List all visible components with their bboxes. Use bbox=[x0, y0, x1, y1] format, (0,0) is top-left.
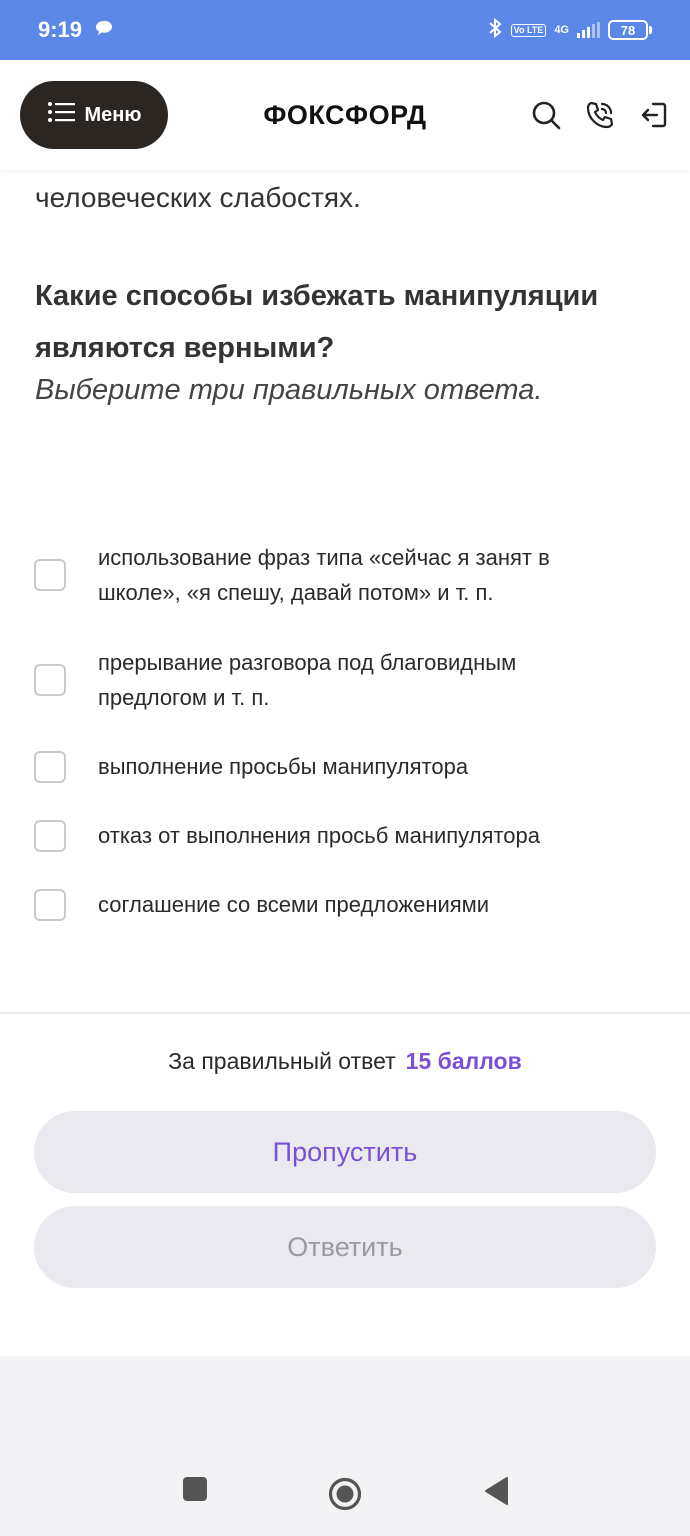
option-label: выполнение просьбы манипулятора bbox=[98, 754, 469, 779]
checkbox[interactable] bbox=[34, 664, 66, 696]
battery-icon: 78 bbox=[608, 20, 652, 40]
menu-button[interactable]: Меню bbox=[20, 81, 168, 149]
status-indicators: Vo LTE 4G 78 bbox=[487, 17, 652, 44]
checkbox[interactable] bbox=[34, 750, 66, 783]
divider bbox=[0, 1012, 690, 1014]
hamburger-icon bbox=[47, 101, 75, 129]
checkbox[interactable] bbox=[34, 559, 66, 591]
answer-option-5[interactable]: соглашение со всеми предложениями bbox=[34, 887, 634, 922]
answer-button[interactable]: Ответить bbox=[34, 1206, 656, 1288]
checkbox[interactable] bbox=[34, 888, 66, 921]
checkbox[interactable] bbox=[34, 819, 66, 852]
answer-option-2[interactable]: прерывание разговора под благовидным пре… bbox=[34, 645, 634, 715]
home-button[interactable] bbox=[328, 1477, 362, 1516]
skip-button[interactable]: Пропустить bbox=[34, 1111, 656, 1193]
search-icon[interactable] bbox=[530, 99, 562, 131]
menu-label: Меню bbox=[84, 103, 142, 126]
option-label: соглашение со всеми предложениями bbox=[98, 892, 490, 917]
answer-option-1[interactable]: использование фраз типа «сейчас я занят … bbox=[34, 540, 634, 610]
system-nav-bar bbox=[0, 1356, 690, 1536]
option-label: прерывание разговора под благовидным пре… bbox=[98, 650, 517, 710]
option-label: отказ от выполнения просьб манипулятора bbox=[98, 823, 540, 848]
bluetooth-icon bbox=[487, 17, 503, 44]
answer-option-3[interactable]: выполнение просьбы манипулятора bbox=[34, 749, 634, 784]
logout-icon[interactable] bbox=[638, 99, 670, 131]
status-bar: 9:19 Vo LTE 4G 78 bbox=[0, 0, 690, 60]
points-value: 15 баллов bbox=[405, 1048, 522, 1074]
brand-logo[interactable]: ФОКСФОРД bbox=[263, 100, 426, 131]
status-time: 9:19 bbox=[38, 17, 83, 42]
option-label: использование фраз типа «сейчас я занят … bbox=[98, 545, 550, 605]
question-instruction: Выберите три правильных ответа. bbox=[35, 374, 543, 406]
points-label: За правильный ответ bbox=[168, 1048, 396, 1074]
question-title: Какие способы избежать манипуляции являю… bbox=[35, 280, 599, 364]
back-button[interactable] bbox=[483, 1476, 509, 1511]
network-type: 4G bbox=[554, 24, 569, 36]
phone-icon[interactable] bbox=[584, 99, 616, 131]
answer-option-4[interactable]: отказ от выполнения просьб манипулятора bbox=[34, 818, 634, 853]
battery-level: 78 bbox=[608, 20, 648, 40]
previous-text: человеческих слабостях. bbox=[35, 182, 361, 213]
recent-apps-button[interactable] bbox=[182, 1476, 208, 1507]
points-info: За правильный ответ 15 баллов bbox=[0, 1048, 690, 1075]
volte-badge: Vo LTE bbox=[510, 23, 547, 37]
signal-icon bbox=[577, 22, 600, 38]
chat-bubble-icon bbox=[94, 19, 114, 42]
app-header: Меню ФОКСФОРД bbox=[0, 60, 690, 170]
